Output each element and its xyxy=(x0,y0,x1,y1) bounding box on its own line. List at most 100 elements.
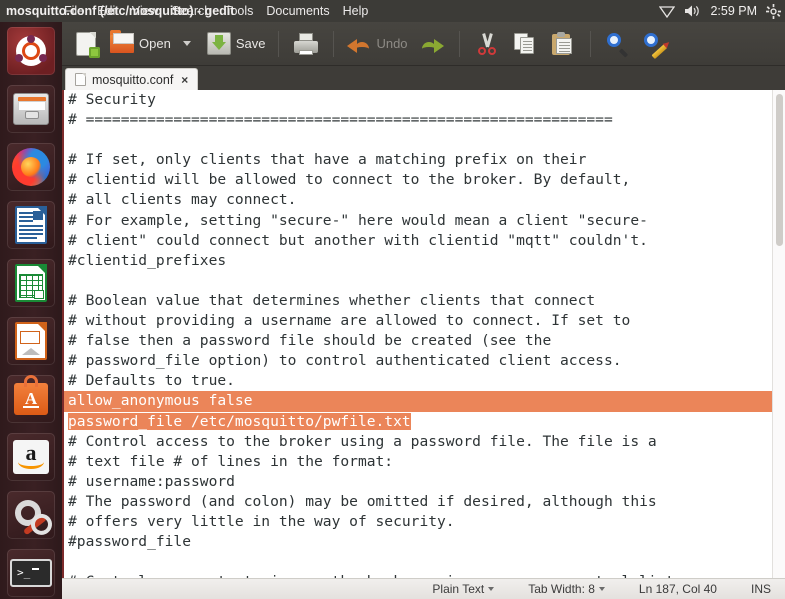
language-selector[interactable]: Plain Text xyxy=(432,582,495,596)
redo-icon xyxy=(420,34,444,54)
find-button[interactable] xyxy=(600,25,636,63)
code-line: #clientid_prefixes xyxy=(68,251,227,269)
unity-launcher: A a >_ xyxy=(0,22,62,599)
text-editor-area[interactable]: # Security # ============================… xyxy=(62,90,785,578)
toolbar: Open Save Undo xyxy=(62,22,785,66)
search-icon xyxy=(606,32,629,58)
open-folder-icon xyxy=(110,30,134,53)
chevron-down-icon xyxy=(598,587,605,591)
code-line: # Defaults to true. xyxy=(68,372,235,390)
launcher-item-libreoffice-calc[interactable] xyxy=(0,254,62,312)
undo-button[interactable]: Undo xyxy=(343,25,411,63)
code-line: allow_anonymous false xyxy=(64,391,783,412)
clock[interactable]: 2:59 PM xyxy=(710,4,757,18)
toolbar-separator-2 xyxy=(333,30,335,57)
toolbar-separator-1 xyxy=(278,30,280,57)
ubuntu-dash-icon xyxy=(7,27,55,75)
code-line: password_file /etc/mosquitto/pwfile.txt xyxy=(68,412,411,430)
redo-button[interactable] xyxy=(414,25,450,63)
new-document-button[interactable] xyxy=(68,25,104,63)
print-icon xyxy=(294,32,319,55)
launcher-item-amazon[interactable]: a xyxy=(0,428,62,486)
paste-button[interactable] xyxy=(545,25,581,63)
chevron-down-icon xyxy=(488,587,495,591)
document-icon xyxy=(75,73,86,86)
menu-help[interactable]: Help xyxy=(343,4,369,18)
save-button[interactable]: Save xyxy=(203,25,270,63)
cut-scissors-icon xyxy=(476,32,498,55)
open-button-label: Open xyxy=(139,36,171,51)
launcher-item-system-settings[interactable] xyxy=(0,486,62,544)
replace-button[interactable] xyxy=(638,25,674,63)
cursor-position-label: Ln 187, Col 40 xyxy=(638,582,717,596)
panel-indicators: 2:59 PM xyxy=(659,0,781,22)
launcher-item-firefox[interactable] xyxy=(0,138,62,196)
code-line: # Boolean value that determines whether … xyxy=(68,291,596,309)
code-line: # false then a password file should be c… xyxy=(68,332,552,350)
libreoffice-calc-icon xyxy=(7,259,55,307)
vertical-scrollbar[interactable] xyxy=(772,90,785,578)
menu-tools[interactable]: Tools xyxy=(224,4,253,18)
network-icon[interactable] xyxy=(659,5,676,18)
libreoffice-writer-icon xyxy=(7,201,55,249)
code-line: # password_file option) to control authe… xyxy=(68,352,622,370)
system-settings-icon xyxy=(7,491,55,539)
code-line: # without providing a username are allow… xyxy=(68,312,631,330)
menu-documents[interactable]: Documents xyxy=(266,4,329,18)
gedit-window: File Edit View Search Tools Documents He… xyxy=(62,4,785,599)
launcher-item-libreoffice-impress[interactable] xyxy=(0,312,62,370)
gear-icon[interactable] xyxy=(766,3,781,19)
tab-mosquitto-conf[interactable]: mosquitto.conf × xyxy=(65,68,199,90)
toolbar-separator-4 xyxy=(589,30,591,57)
desktop-root: mosquitto.conf (/etc/mosquitto) - gedit … xyxy=(0,0,785,599)
undo-button-label: Undo xyxy=(376,36,408,51)
libreoffice-impress-icon xyxy=(7,317,55,365)
menu-file[interactable]: File xyxy=(64,4,84,18)
document-text[interactable]: # Security # ============================… xyxy=(64,90,783,578)
launcher-item-ubuntu-dash[interactable] xyxy=(0,22,62,80)
launcher-item-ubuntu-software[interactable]: A xyxy=(0,370,62,428)
code-line: # For example, setting "secure-" here wo… xyxy=(68,211,648,229)
code-line: # If set, only clients that have a match… xyxy=(68,151,587,169)
save-icon xyxy=(206,32,231,55)
code-line: # Security xyxy=(68,91,156,108)
volume-icon[interactable] xyxy=(684,4,701,18)
menu-search[interactable]: Search xyxy=(172,4,212,18)
code-line: # The password (and colon) may be omitte… xyxy=(68,492,657,510)
find-replace-icon xyxy=(643,32,668,59)
tab-label: mosquitto.conf xyxy=(92,72,174,87)
insert-mode: INS xyxy=(751,582,771,596)
menu-view[interactable]: View xyxy=(132,4,159,18)
code-line: # clientid will be allowed to connect to… xyxy=(68,171,631,189)
tab-width-selector[interactable]: Tab Width: 8 xyxy=(528,582,605,596)
status-bar: Plain Text Tab Width: 8 Ln 187, Col 40 I… xyxy=(62,578,785,599)
terminal-icon: >_ xyxy=(7,549,55,597)
toolbar-separator-3 xyxy=(458,30,460,57)
scrollbar-thumb[interactable] xyxy=(776,94,783,246)
code-line: # all clients may connect. xyxy=(68,191,297,209)
files-icon xyxy=(7,85,55,133)
launcher-item-files[interactable] xyxy=(0,80,62,138)
code-line: # ======================================… xyxy=(68,111,613,129)
code-line: # Control access to the broker using a p… xyxy=(68,432,657,450)
print-button[interactable] xyxy=(288,25,324,63)
code-line: # client" could connect but another with… xyxy=(68,231,648,249)
save-button-label: Save xyxy=(235,36,266,51)
language-label: Plain Text xyxy=(432,582,485,596)
copy-button[interactable] xyxy=(507,25,543,63)
firefox-icon xyxy=(7,143,55,191)
open-button[interactable]: Open xyxy=(106,25,175,63)
code-line: # username:password xyxy=(68,472,235,490)
ubuntu-software-icon: A xyxy=(7,375,55,423)
close-icon[interactable]: × xyxy=(181,73,188,87)
launcher-item-libreoffice-writer[interactable] xyxy=(0,196,62,254)
code-line: #password_file xyxy=(68,533,192,551)
menu-edit[interactable]: Edit xyxy=(97,4,119,18)
cut-button[interactable] xyxy=(469,25,505,63)
code-line: # text file # of lines in the format: xyxy=(68,452,394,470)
copy-icon xyxy=(513,32,536,55)
open-dropdown-button[interactable] xyxy=(177,25,195,63)
new-document-icon xyxy=(76,31,100,58)
launcher-item-terminal[interactable]: >_ xyxy=(0,544,62,599)
